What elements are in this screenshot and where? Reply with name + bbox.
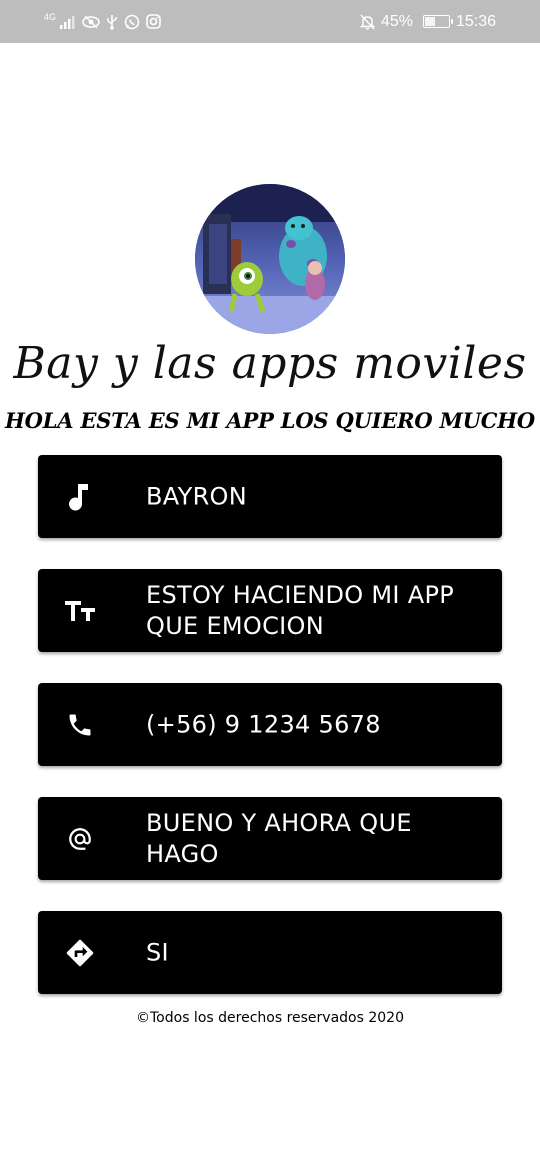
- network-type-label: 4G: [44, 11, 57, 22]
- status-right: 45% 15:36: [359, 12, 496, 31]
- eye-icon: [82, 15, 100, 29]
- directions-card[interactable]: SI: [38, 911, 502, 994]
- app-title: Bay y las apps moviles: [13, 338, 527, 389]
- card-text: ESTOY HACIENDO MI APP QUE EMOCION: [146, 580, 454, 640]
- monsters-inc-illustration: [195, 184, 345, 334]
- card-text: (+56) 9 1234 5678: [146, 710, 381, 738]
- footer-copyright: ©Todos los derechos reservados 2020: [136, 1010, 404, 1026]
- battery-level-fill: [424, 17, 435, 26]
- name-card[interactable]: BAYRON: [38, 455, 502, 538]
- email-card[interactable]: BUENO Y AHORA QUE HAGO: [38, 797, 502, 880]
- usb-icon: [106, 14, 118, 30]
- profile-avatar: [195, 184, 345, 334]
- app-subtitle: HOLA ESTA ES MI APP LOS QUIERO MUCHO: [4, 408, 536, 433]
- mute-icon: [359, 13, 375, 30]
- phone-card[interactable]: (+56) 9 1234 5678: [38, 683, 502, 766]
- signal-icon: [60, 15, 76, 29]
- status-bar: 4G 45% 15:36: [0, 0, 540, 43]
- music-note-icon: [62, 479, 98, 515]
- card-text: BUENO Y AHORA QUE HAGO: [146, 808, 412, 868]
- instagram-icon: [146, 14, 161, 29]
- battery-icon: [422, 15, 453, 28]
- status-time: 15:36: [455, 12, 496, 30]
- card-text: BAYRON: [146, 482, 247, 510]
- phone-icon: [62, 707, 98, 743]
- text-size-icon: [62, 593, 98, 629]
- battery-percent: 45%: [380, 12, 413, 30]
- directions-icon: [62, 935, 98, 971]
- card-text: SI: [146, 938, 169, 966]
- status-left: 4G: [44, 11, 161, 30]
- description-card[interactable]: ESTOY HACIENDO MI APP QUE EMOCION: [38, 569, 502, 652]
- at-icon: [62, 821, 98, 857]
- whatsapp-icon: [124, 14, 140, 30]
